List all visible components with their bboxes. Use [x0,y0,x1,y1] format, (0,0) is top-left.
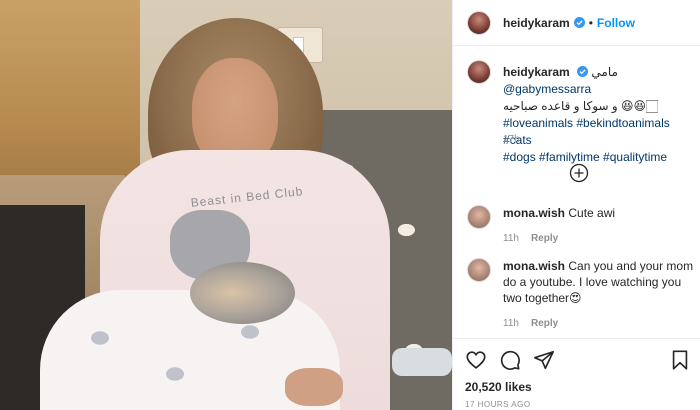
caption-avatar[interactable] [467,60,491,84]
caption-username[interactable]: heidykaram [503,65,570,79]
header-separator: • [588,15,593,30]
comment-text: Cute awi [568,206,616,220]
share-icon[interactable] [533,349,555,371]
comment-username[interactable]: mona.wish [503,259,565,273]
plus-circle-icon[interactable] [569,163,589,183]
post-photo[interactable]: Beast in Bed Club [0,0,452,410]
verified-badge-icon [577,66,589,77]
caption-line2-text: و سوكا و قاعده صباحيه 😆😆🏻 [503,99,658,113]
caption-hashtags-1[interactable]: #loveanimals #bekindtoanimals #cats [503,116,670,147]
post-actions: 20,520 likes 17 HOURS AGO [453,338,700,409]
caption: heidykaram مامي @gabymessarra و سوكا و ق… [467,60,693,166]
likes-count[interactable]: 20,520 likes [465,380,691,394]
verified-badge-icon [573,17,585,28]
bookmark-icon[interactable] [669,349,691,371]
avatar[interactable] [467,10,491,35]
comment-time: 11h [503,318,519,329]
caption-text: heidykaram مامي @gabymessarra و سوكا و ق… [503,64,693,166]
heart-icon[interactable] [465,349,487,371]
comment-avatar[interactable] [467,205,491,229]
comment: mona.wish Cute awi 11h Reply [467,205,695,247]
caption-hashtags-2[interactable]: #dogs #familytime #qualitytime [503,150,667,164]
instagram-post: Beast in Bed Club heidykaram • Follow he… [0,0,700,410]
post-sidebar: heidykaram • Follow heidykaram مامي @gab… [452,0,700,410]
post-header: heidykaram • Follow [453,0,700,46]
reply-button[interactable]: Reply [531,233,558,244]
caption-mention[interactable]: @gabymessarra [503,82,591,96]
photo-remote [392,348,452,376]
caption-line1-text: مامي [591,65,618,79]
follow-button[interactable]: Follow [597,16,635,30]
photo-cat [190,262,295,324]
comment-username[interactable]: mona.wish [503,206,565,220]
comment-time: 11h [503,233,519,244]
caption-time: 17h [503,134,520,145]
comment-avatar[interactable] [467,258,491,282]
photo-hand [285,368,343,406]
reply-button[interactable]: Reply [531,318,558,329]
comment-icon[interactable] [499,349,521,371]
comment: mona.wish Can you and your mom do a yout… [467,258,695,332]
post-timestamp[interactable]: 17 HOURS AGO [465,400,691,409]
header-username[interactable]: heidykaram [503,16,570,30]
